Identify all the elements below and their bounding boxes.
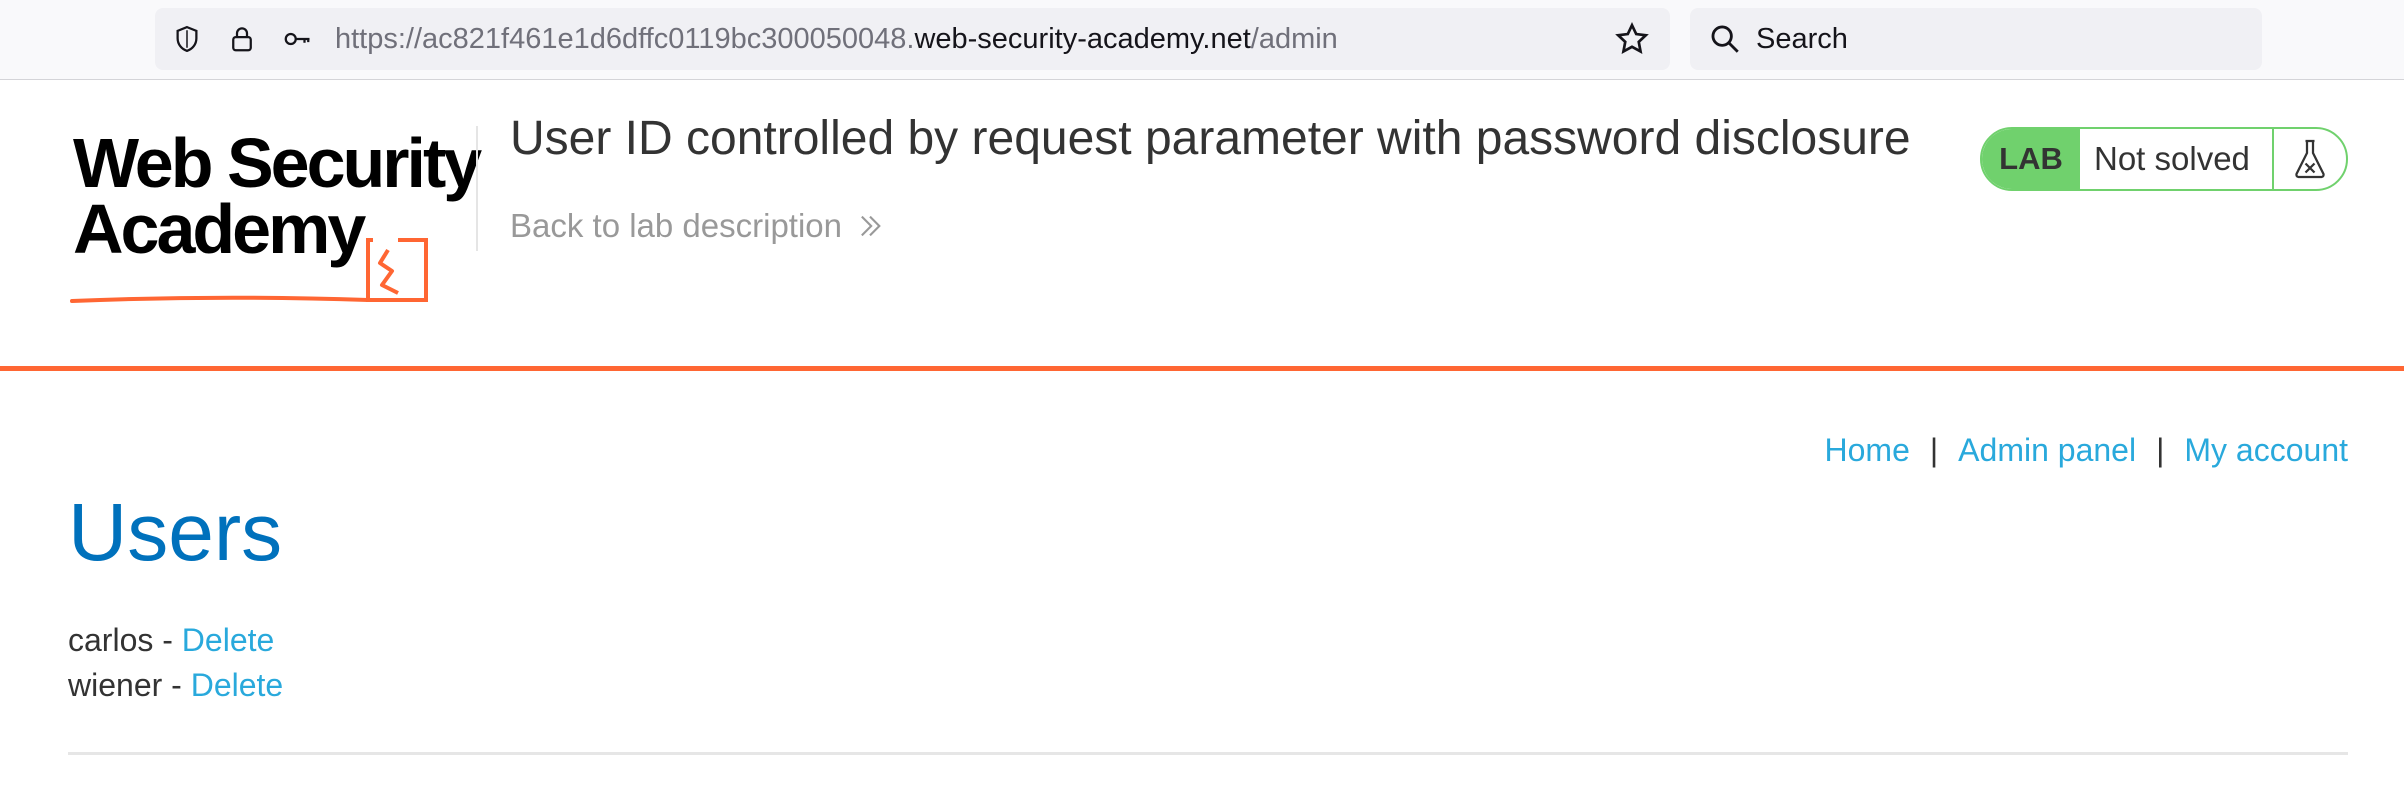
browser-toolbar: https://ac821f461e1d6dffc0119bc300050048… xyxy=(0,0,2404,80)
nav-separator: | xyxy=(1929,432,1939,468)
list-item: carlos - Delete xyxy=(68,618,283,663)
username: wiener xyxy=(68,667,163,703)
nav-separator: | xyxy=(2156,432,2165,468)
back-link-label: Back to lab description xyxy=(510,207,843,244)
logo-bracket-icon xyxy=(70,238,428,303)
flask-icon xyxy=(2274,129,2346,189)
url-prefix: https://ac821f461e1d6dffc0119bc300050048… xyxy=(335,23,915,55)
key-icon[interactable] xyxy=(279,21,315,57)
username: carlos xyxy=(68,622,154,658)
lab-title: User ID controlled by request parameter … xyxy=(510,112,1911,165)
bookmark-star-icon[interactable] xyxy=(1614,21,1650,57)
lab-badge: LAB xyxy=(1982,129,2080,189)
name-separator: - xyxy=(162,667,191,703)
search-bar[interactable]: Search xyxy=(1690,8,2262,70)
back-to-lab-description-link[interactable]: Back to lab description xyxy=(510,207,884,245)
home-link[interactable]: Home xyxy=(1825,432,1910,469)
address-bar[interactable]: https://ac821f461e1d6dffc0119bc300050048… xyxy=(155,8,1670,70)
academy-header: Web Security Academy User ID controlled … xyxy=(0,81,2404,367)
header-divider xyxy=(476,126,478,251)
user-list: carlos - Delete wiener - Delete xyxy=(68,618,283,708)
delete-user-wiener-link[interactable]: Delete xyxy=(191,667,284,703)
lab-status-widget: LAB Not solved xyxy=(1980,127,2348,191)
lab-status-text: Not solved xyxy=(2080,129,2274,189)
search-placeholder: Search xyxy=(1756,23,1848,55)
url-text[interactable]: https://ac821f461e1d6dffc0119bc300050048… xyxy=(335,8,1338,70)
lock-icon[interactable] xyxy=(224,21,260,57)
top-navigation: Home | Admin panel | My account xyxy=(1825,432,2349,469)
url-path: /admin xyxy=(1250,23,1338,55)
list-item: wiener - Delete xyxy=(68,663,283,708)
delete-user-carlos-link[interactable]: Delete xyxy=(182,622,275,658)
admin-panel-link[interactable]: Admin panel xyxy=(1958,432,2136,469)
url-domain: web-security-academy.net xyxy=(914,23,1251,55)
page-title: Users xyxy=(68,487,283,578)
section-divider xyxy=(68,752,2348,755)
header-accent-rule xyxy=(0,366,2404,371)
search-icon xyxy=(1711,25,1739,53)
my-account-link[interactable]: My account xyxy=(2184,432,2348,469)
double-chevron-right-icon xyxy=(861,215,881,237)
name-separator: - xyxy=(153,622,182,658)
web-security-academy-logo[interactable]: Web Security Academy xyxy=(68,123,482,351)
shield-icon[interactable] xyxy=(169,21,205,57)
